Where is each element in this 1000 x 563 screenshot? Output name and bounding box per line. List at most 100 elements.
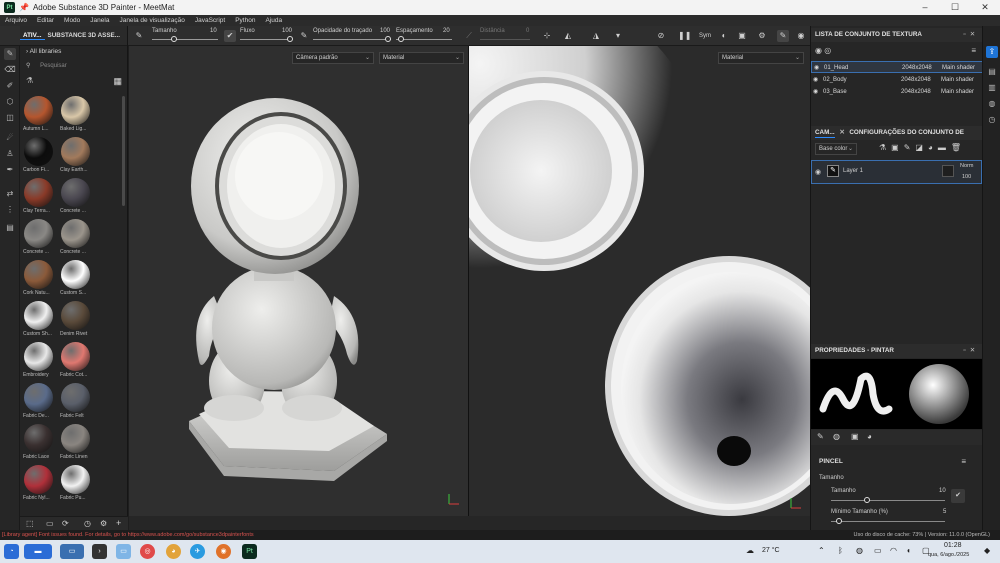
panel-controls[interactable]: ▫✕ [963,344,979,358]
hide-icon[interactable]: ⊘ [655,30,667,42]
menu-janela[interactable]: Janela [85,17,114,24]
close-tab-icon[interactable]: ✕ [839,129,844,136]
stroke-opacity-handle[interactable] [385,36,391,42]
error-message[interactable]: [Library agent] Font issues found. For d… [2,530,254,540]
file-explorer-icon[interactable]: ▭ [116,544,131,559]
menu-ajuda[interactable]: Ajuda [260,17,287,24]
smudge-icon[interactable]: ☄ [4,132,16,144]
texture-set-row[interactable]: ◉ 02_Body 2048x2048 Main shader [811,74,983,86]
size-value[interactable]: 10 [210,28,217,34]
layer-row[interactable]: ◉ ✎ Layer 1 Norm 100 [811,160,982,184]
eraser-icon[interactable]: ⌫ [4,64,16,76]
browser-icon[interactable]: ◕ [166,544,181,559]
asset-thumbnail[interactable]: Fabric Felt [60,383,91,419]
flow-value[interactable]: 100 [282,28,292,34]
history-panel-icon[interactable]: ◷ [986,114,998,126]
list-menu-icon[interactable]: ≡ [971,46,976,55]
size-slider[interactable] [152,39,218,40]
spacing-slider[interactable] [396,39,452,40]
asset-thumbnail[interactable]: Concrete ... [60,178,91,214]
layer-visibility-icon[interactable]: ◉ [815,168,821,176]
texture-set-shader[interactable]: Main shader [941,74,974,86]
asset-thumbnail[interactable]: Custom S... [60,260,91,296]
size-slider[interactable] [831,500,945,501]
color-picker-icon[interactable]: ✒ [4,164,16,176]
menu-janela-visualizacao[interactable]: Janela de visualização [114,17,189,24]
telegram-icon[interactable]: ✈ [190,544,205,559]
clock-date[interactable]: qua, 6/ago./2025 [928,552,969,558]
start-icon[interactable]: ◔ [4,544,19,559]
distance-slider[interactable] [480,39,530,40]
clock-icon[interactable]: ◷ [84,519,91,528]
brush-settings-icon[interactable]: ✎ [133,30,145,42]
tab-substance-3d-assets[interactable]: SUBSTANCE 3D ASSE... [45,32,123,39]
pressure-size-icon[interactable]: ✔ [224,30,236,42]
menu-javascript[interactable]: JavaScript [190,17,230,24]
filter-icon[interactable]: ⚗ [26,76,33,85]
render-mode-icon[interactable]: ◐ [718,30,730,42]
menu-arquivo[interactable]: Arquivo [0,17,32,24]
asset-thumbnail[interactable]: Autumn L... [23,96,54,132]
spacing-value[interactable]: 20 [443,28,450,34]
sym-button[interactable]: Sym [699,30,711,42]
menu-modo[interactable]: Modo [59,17,85,24]
paint-mode-icon[interactable]: ✎ [777,30,789,42]
asset-thumbnail[interactable]: Fabric Nyl... [23,465,54,501]
texture-set-row[interactable]: ◉ 01_Head 2048x2048 Main shader [811,61,983,73]
layer-mask-slot[interactable] [942,165,954,177]
section-menu-icon[interactable]: ≡ [961,457,966,466]
layer-opacity[interactable]: 100 [962,174,971,180]
chevron-up-icon[interactable]: ⌃ [818,546,825,555]
asset-thumbnail[interactable]: Denim Rivet [60,301,91,337]
settings-icon[interactable]: ⚙ [100,519,107,528]
weather-icon[interactable]: ☁ [746,546,754,555]
measure-icon[interactable]: ⋮ [4,204,16,216]
tab-layers[interactable]: CAM... [815,129,835,138]
close-button[interactable]: ✕ [970,0,1000,15]
lazy-mouse-icon[interactable]: ⟋ [463,30,475,42]
texture-set-row[interactable]: ◉ 03_Base 2048x2048 Main shader [811,86,983,98]
distance-value[interactable]: 0 [526,28,529,34]
asset-thumbnail[interactable]: Carbon Fi... [23,137,54,173]
blend-mode[interactable]: Norm [960,163,973,169]
alpha-tab-icon[interactable]: ▣ [851,432,859,441]
eye-icon[interactable]: ◉ [814,62,819,74]
display-panel-icon[interactable]: ◍ [986,98,998,110]
asset-thumbnail[interactable]: Fabric Lace [23,424,54,460]
search-input[interactable]: Pesquisar [40,63,67,69]
wifi-icon[interactable]: ◠ [890,546,897,555]
display-settings-icon[interactable]: ⚙ [756,30,768,42]
firefox-icon[interactable]: ◉ [216,544,231,559]
stroke-opacity-slider[interactable] [313,39,391,40]
symmetry-axis-icon[interactable]: ◮ [590,30,602,42]
size-value[interactable]: 10 [939,488,946,494]
taskview-icon[interactable]: ▭ [60,544,84,559]
flow-slider[interactable] [240,39,292,40]
visibility-icon[interactable]: ◉ ◎ [815,46,831,55]
pressure-flow-icon[interactable]: ✎ [298,30,310,42]
assets-scrollbar[interactable] [122,96,125,206]
maximize-button[interactable]: ☐ [940,0,970,15]
flow-slider-handle[interactable] [287,36,293,42]
pin-icon[interactable]: 📌 [19,3,29,12]
library-selector[interactable]: › All libraries [26,48,61,55]
asset-thumbnail[interactable]: Fabric De... [23,383,54,419]
search-field[interactable]: ⚲ Pesquisar [26,62,122,73]
asset-thumbnail[interactable]: Fabric Cot... [60,342,91,378]
tab-assets[interactable]: ATIV... [20,32,45,40]
clock-time[interactable]: 01:28 [944,542,962,549]
pause-icon[interactable]: ❚❚ [678,30,691,42]
min-size-slider-handle[interactable] [836,518,842,524]
projection-icon[interactable]: ✐ [4,80,16,92]
refresh-icon[interactable]: ⟳ [62,519,69,528]
substance-painter-icon[interactable]: Pt [242,544,257,559]
asset-thumbnail[interactable]: Concrete ... [23,219,54,255]
layer-tools[interactable]: ⚗▣✎◪◕▬🗑 [879,143,966,152]
asset-thumbnail[interactable]: Custom Sh... [23,301,54,337]
add-icon[interactable]: + [116,518,121,528]
meetmat-model[interactable] [129,46,468,516]
eye-icon[interactable]: ◉ [813,86,818,98]
bake-icon[interactable]: ▤ [4,222,16,234]
asset-thumbnail[interactable]: Baked Lig... [60,96,91,132]
spacing-slider-handle[interactable] [398,36,404,42]
